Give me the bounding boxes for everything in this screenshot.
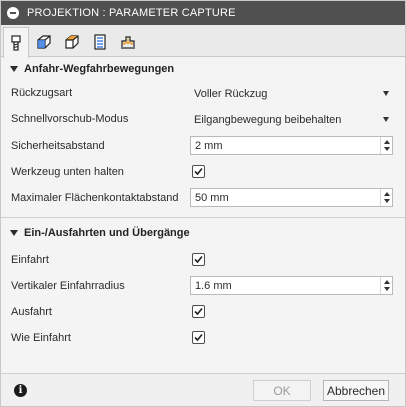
tool-icon [11,35,21,51]
linking-icon [121,36,135,49]
retract-type-value: Voller Rückzug [194,87,268,100]
lead-in-checkbox[interactable] [192,253,205,266]
dropdown-caret-icon [383,117,389,122]
max-stay-down-value: 50 mm [195,192,229,204]
rapid-mode-value: Eilgangbewegung beibehalten [194,113,342,126]
row-lead-in: Einfahrt [1,250,405,272]
checkmark-icon [194,167,203,176]
safe-distance-label: Sicherheitsabstand [11,140,105,152]
section-leads-title: Ein-/Ausfahrten und Übergänge [24,227,190,239]
tab-passes[interactable] [87,27,113,57]
same-as-lead-in-checkbox[interactable] [192,331,205,344]
same-as-lead-in-label: Wie Einfahrt [11,332,71,344]
info-icon[interactable]: i [14,384,27,397]
row-keep-tool-down: Werkzeug unten halten [1,162,405,184]
keep-tool-down-checkbox[interactable] [192,165,205,178]
rapid-mode-select[interactable]: Eilgangbewegung beibehalten [190,109,393,130]
section-leads-header[interactable]: Ein-/Ausfahrten und Übergänge [1,223,405,243]
dropdown-caret-icon [383,91,389,96]
spin-down-icon[interactable] [384,199,390,203]
collapse-triangle-icon [10,66,18,72]
spinner-arrows[interactable] [380,189,392,206]
retract-type-label: Rückzugsart [11,87,73,99]
vertical-radius-label: Vertikaler Einfahrradius [11,280,125,292]
row-retract-type: Rückzugsart Voller Rückzug [1,83,405,105]
tab-tool[interactable] [3,27,29,58]
dialog-window: PROJEKTION : PARAMETER CAPTURE Anfahr-We… [0,0,406,407]
rapid-mode-label: Schnellvorschub-Modus [11,113,129,125]
section-approach-header[interactable]: Anfahr-Wegfahrbewegungen [1,59,405,79]
section-approach-title: Anfahr-Wegfahrbewegungen [24,63,175,75]
tab-heights[interactable] [59,27,85,57]
row-safe-distance: Sicherheitsabstand 2 mm [1,136,405,158]
spin-up-icon[interactable] [384,140,390,144]
spin-down-icon[interactable] [384,287,390,291]
row-same-as-lead-in: Wie Einfahrt [1,328,405,350]
spin-up-icon[interactable] [384,280,390,284]
dialog-title: PROJEKTION : PARAMETER CAPTURE [27,7,236,19]
spin-down-icon[interactable] [384,147,390,151]
section-divider [1,217,405,218]
spinner-arrows[interactable] [380,137,392,154]
max-stay-down-label: Maximaler Flächenkontaktabstand [11,192,179,204]
safe-distance-value: 2 mm [195,140,223,152]
row-rapid-mode: Schnellvorschub-Modus Eilgangbewegung be… [1,109,405,131]
tab-geometry[interactable] [31,27,57,57]
retract-type-select[interactable]: Voller Rückzug [190,83,393,104]
ok-button[interactable]: OK [253,380,311,401]
safe-distance-input[interactable]: 2 mm [190,136,393,155]
collapse-triangle-icon [10,230,18,236]
max-stay-down-input[interactable]: 50 mm [190,188,393,207]
checkmark-icon [194,333,203,342]
tab-bar [1,25,405,58]
dialog-footer: i OK Abbrechen [1,373,405,406]
keep-tool-down-label: Werkzeug unten halten [11,166,124,178]
vertical-radius-value: 1.6 mm [195,280,232,292]
lead-out-checkbox[interactable] [192,305,205,318]
checkmark-icon [194,255,203,264]
cancel-button[interactable]: Abbrechen [323,380,389,401]
tab-linking[interactable] [115,27,141,57]
spinner-arrows[interactable] [380,277,392,294]
vertical-radius-input[interactable]: 1.6 mm [190,276,393,295]
row-vertical-radius: Vertikaler Einfahrradius 1.6 mm [1,276,405,298]
lead-out-label: Ausfahrt [11,306,52,318]
collapse-icon[interactable] [7,7,19,19]
lead-in-label: Einfahrt [11,254,49,266]
heights-icon [65,35,79,49]
passes-icon [94,34,106,50]
spin-up-icon[interactable] [384,192,390,196]
geometry-icon [37,35,51,49]
title-bar: PROJEKTION : PARAMETER CAPTURE [1,1,405,25]
checkmark-icon [194,307,203,316]
row-max-stay-down: Maximaler Flächenkontaktabstand 50 mm [1,188,405,210]
row-lead-out: Ausfahrt [1,302,405,324]
